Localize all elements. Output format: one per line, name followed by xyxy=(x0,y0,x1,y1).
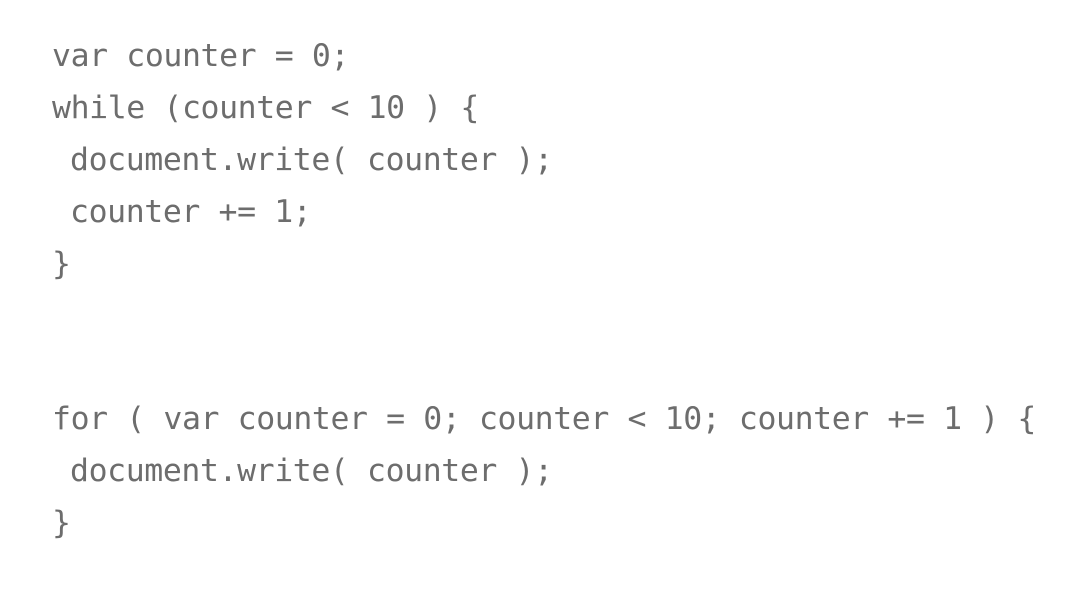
for-loop-code-block: for ( var counter = 0; counter < 10; cou… xyxy=(52,393,1082,549)
code-line-closing-brace: } xyxy=(52,246,71,282)
code-line-counter-increment: counter += 1; xyxy=(70,194,312,230)
while-loop-code-block: var counter = 0; while (counter < 10 ) {… xyxy=(52,30,1082,290)
code-line-var-declaration: var counter = 0; xyxy=(52,38,350,74)
code-line-document-write: document.write( counter ); xyxy=(70,142,553,178)
code-display: var counter = 0; while (counter < 10 ) {… xyxy=(52,30,1082,549)
code-line-closing-brace: } xyxy=(52,505,71,541)
code-line-document-write: document.write( counter ); xyxy=(70,453,553,489)
code-line-while-header: while (counter < 10 ) { xyxy=(52,90,479,126)
code-line-for-header: for ( var counter = 0; counter < 10; cou… xyxy=(52,401,1036,437)
